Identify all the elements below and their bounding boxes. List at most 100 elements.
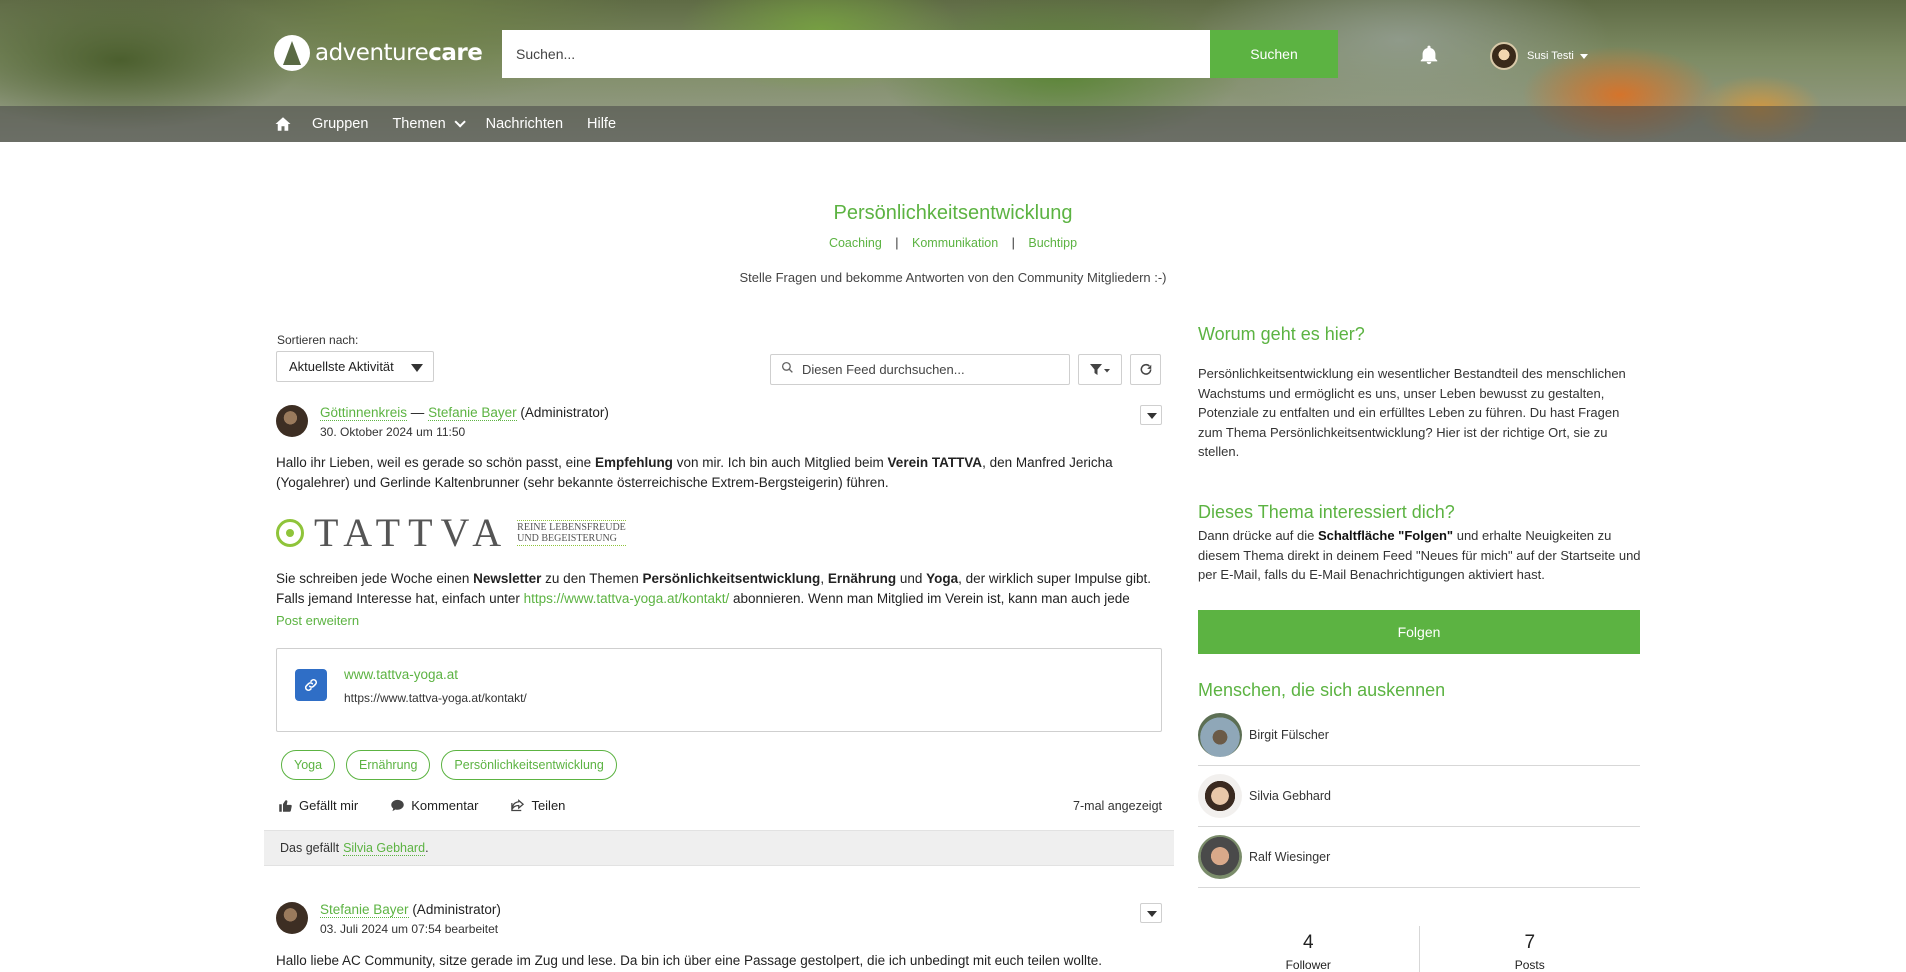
subtopic-coaching[interactable]: Coaching xyxy=(829,236,882,250)
thumbs-up-icon xyxy=(279,800,292,812)
main-nav: Gruppen Themen Nachrichten Hilfe xyxy=(274,106,640,142)
post-date: 03. Juli 2024 um 07:54 bearbeitet xyxy=(320,922,499,936)
avatar xyxy=(1198,713,1242,757)
share-button[interactable]: Teilen xyxy=(510,798,565,813)
user-menu-caret-icon xyxy=(1579,53,1588,59)
global-search-button[interactable]: Suchen xyxy=(1210,30,1338,78)
comment-label: Kommentar xyxy=(411,798,479,813)
expert-item[interactable]: Birgit Fülscher xyxy=(1198,705,1640,766)
post-header: Stefanie Bayer (Administrator) xyxy=(320,902,501,918)
stat-followers[interactable]: 4 Follower xyxy=(1198,926,1419,972)
post-body-paragraph: Hallo liebe AC Community, sitze gerade i… xyxy=(276,953,1102,968)
expert-item[interactable]: Silvia Gebhard xyxy=(1198,766,1640,827)
comment-icon xyxy=(391,799,404,812)
topic-tagline: Stelle Fragen und bekomme Antworten von … xyxy=(739,270,1167,285)
separator: | xyxy=(1011,236,1015,250)
search-icon xyxy=(781,361,794,378)
avatar xyxy=(1198,774,1242,818)
subtopic-buchtipp[interactable]: Buchtipp xyxy=(1028,236,1077,250)
tattva-ring-icon xyxy=(276,519,304,547)
stat-label: Follower xyxy=(1285,958,1331,972)
experts-heading: Menschen, die sich auskennen xyxy=(1198,680,1446,700)
topic-title: Persönlichkeitsentwicklung xyxy=(833,202,1073,224)
nav-item-label: Hilfe xyxy=(587,116,617,132)
post-menu-button[interactable] xyxy=(1140,405,1162,425)
avatar xyxy=(1198,835,1242,879)
filter-button[interactable] xyxy=(1078,354,1122,385)
post-author-role: (Administrator) xyxy=(408,902,501,917)
post-author-link[interactable]: Stefanie Bayer xyxy=(320,902,409,918)
nav-item-themen[interactable]: Themen xyxy=(392,116,466,132)
post-author-link[interactable]: Stefanie Bayer xyxy=(428,405,517,421)
expert-name: Silvia Gebhard xyxy=(1249,789,1331,803)
expert-name: Birgit Fülscher xyxy=(1249,728,1329,742)
link-preview-card[interactable]: www.tattva-yoga.at https://www.tattva-yo… xyxy=(276,648,1162,732)
user-menu[interactable]: Susi Testi xyxy=(1490,42,1588,70)
expert-item[interactable]: Ralf Wiesinger xyxy=(1198,827,1640,888)
site-logo[interactable]: adventurecare xyxy=(274,34,483,72)
interest-text: Dann drücke auf die Schaltfläche "Folgen… xyxy=(1198,528,1641,582)
post-body-paragraph: Sie schreiben jede Woche einen Newslette… xyxy=(276,571,1151,606)
topic-stats: 4 Follower 7 Posts xyxy=(1198,926,1640,972)
comment-button[interactable]: Kommentar xyxy=(390,798,478,813)
share-label: Teilen xyxy=(531,798,566,813)
post-header: Göttinnenkreis — Stefanie Bayer (Adminis… xyxy=(320,405,609,421)
newsletter-link[interactable]: https://www.tattva-yoga.at/kontakt/ xyxy=(524,591,730,606)
share-icon xyxy=(511,799,525,812)
refresh-icon xyxy=(1140,363,1151,375)
nav-item-hilfe[interactable]: Hilfe xyxy=(587,116,616,132)
tag-yoga[interactable]: Yoga xyxy=(281,750,336,780)
tattva-logo-subtitle: REINE LEBENSFREUDE UND BEGEISTERUNG xyxy=(517,520,626,546)
post-date: 30. Oktober 2024 um 11:50 xyxy=(320,425,466,439)
post-body-paragraph: Hallo ihr Lieben, weil es gerade so schö… xyxy=(276,455,1113,490)
stat-posts[interactable]: 7 Posts xyxy=(1418,926,1641,972)
likes-suffix: . xyxy=(425,841,429,855)
user-name: Susi Testi xyxy=(1527,50,1574,62)
notification-bell-icon[interactable] xyxy=(1418,44,1440,66)
like-label: Gefällt mir xyxy=(299,798,359,813)
post-author-role: (Administrator) xyxy=(516,405,609,420)
like-button[interactable]: Gefällt mir xyxy=(278,798,358,813)
nav-item-gruppen[interactable]: Gruppen xyxy=(312,116,368,132)
feed-search-input[interactable] xyxy=(802,362,1052,377)
stat-value: 7 xyxy=(1524,932,1536,953)
liker-link[interactable]: Silvia Gebhard xyxy=(343,841,426,856)
sort-select[interactable]: Aktuellste Aktivität xyxy=(276,351,434,382)
tag-persoenlichkeitsentwicklung[interactable]: Persönlichkeitsentwicklung xyxy=(441,750,617,780)
subtopic-links: Coaching | Kommunikation | Buchtipp xyxy=(0,236,1906,250)
tag-ernaehrung[interactable]: Ernährung xyxy=(346,750,431,780)
post-author-avatar[interactable] xyxy=(276,902,308,934)
post-tags: Yoga Ernährung Persönlichkeitsentwicklun… xyxy=(281,750,628,780)
post-actions: Gefällt mir Kommentar Teilen xyxy=(278,798,597,813)
separator: — xyxy=(407,405,429,420)
home-icon[interactable] xyxy=(274,115,292,133)
subtopic-kommunikation[interactable]: Kommunikation xyxy=(912,236,998,250)
interest-heading: Dieses Thema interessiert dich? xyxy=(1198,502,1455,522)
refresh-button[interactable] xyxy=(1130,354,1161,385)
global-search-input[interactable] xyxy=(502,30,1210,78)
sort-label: Sortieren nach: xyxy=(277,333,359,347)
expert-name: Ralf Wiesinger xyxy=(1249,850,1331,864)
follow-button[interactable]: Folgen xyxy=(1198,610,1640,654)
link-icon xyxy=(295,669,327,701)
stat-label: Posts xyxy=(1514,958,1545,972)
expand-post-link[interactable]: Post erweitern xyxy=(276,613,359,628)
logo-mark-icon xyxy=(274,35,310,71)
post-author-avatar[interactable] xyxy=(276,405,308,437)
link-preview-title[interactable]: www.tattva-yoga.at xyxy=(344,667,458,682)
user-avatar xyxy=(1490,42,1518,70)
nav-item-nachrichten[interactable]: Nachrichten xyxy=(486,116,563,132)
about-text: Persönlichkeitsentwicklung ein wesentlic… xyxy=(1198,366,1626,459)
chevron-down-icon xyxy=(454,116,466,128)
likes-prefix: Das gefällt xyxy=(280,841,340,855)
link-preview-url: https://www.tattva-yoga.at/kontakt/ xyxy=(344,691,527,705)
nav-item-label: Nachrichten xyxy=(485,116,564,132)
post-group-link[interactable]: Göttinnenkreis xyxy=(320,405,408,421)
filter-icon xyxy=(1090,363,1110,375)
sort-selected-value: Aktuellste Aktivität xyxy=(289,359,394,374)
post-menu-button[interactable] xyxy=(1140,903,1162,923)
likes-summary: Das gefällt Silvia Gebhard. xyxy=(264,830,1174,866)
nav-item-label: Gruppen xyxy=(312,116,369,132)
dropdown-arrow-icon xyxy=(411,364,423,372)
about-heading: Worum geht es hier? xyxy=(1198,324,1365,344)
